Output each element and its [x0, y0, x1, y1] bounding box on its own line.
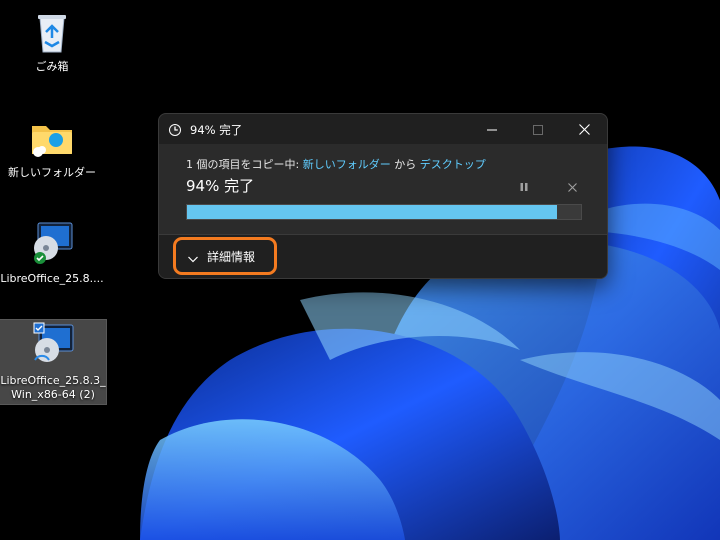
desktop-icon-label: ごみ箱	[35, 60, 69, 73]
desktop-icon-label: 新しいフォルダー	[8, 166, 96, 179]
desktop-icon-label: LibreOffice_25.8....	[0, 272, 104, 285]
installer-disc-icon	[29, 322, 77, 370]
maximize-button	[515, 114, 561, 144]
destination-link[interactable]: デスクトップ	[420, 158, 486, 171]
recycle-bin-icon	[28, 8, 76, 56]
desktop-icon-libreoffice-installer[interactable]: LibreOffice_25.8....	[0, 220, 104, 286]
more-details-label: 詳細情報	[207, 249, 256, 264]
desktop-icon-label-line1: LibreOffice_25.8.3_	[0, 374, 106, 387]
chevron-down-icon	[187, 250, 199, 263]
progress-label: 94% 完了	[186, 177, 255, 195]
progress-panel: 1 個の項目をコピー中: 新しいフォルダー から デスクトップ 94% 完了	[159, 144, 607, 234]
clock-icon	[168, 122, 182, 136]
copy-prefix: 1 個の項目をコピー中:	[186, 158, 303, 171]
more-details-button[interactable]: 詳細情報	[173, 237, 277, 275]
source-link[interactable]: 新しいフォルダー	[303, 158, 391, 171]
minimize-button[interactable]	[469, 114, 515, 144]
copy-description: 1 個の項目をコピー中: 新しいフォルダー から デスクトップ	[186, 156, 486, 172]
desktop-icon-label-line2: Win_x86-64 (2)	[11, 388, 95, 401]
window-title: 94% 完了	[190, 123, 243, 137]
cancel-copy-button[interactable]	[563, 177, 581, 195]
dialog-footer: 詳細情報	[159, 234, 607, 278]
close-button[interactable]	[561, 114, 607, 144]
installer-disc-icon	[28, 220, 76, 268]
maximize-icon	[533, 120, 543, 139]
connector-text: から	[390, 158, 420, 171]
copy-progress-dialog: 94% 完了 1 個の項目をコピー中: 新しいフォルダー から デスクトップ 9…	[158, 113, 608, 279]
pause-button[interactable]	[515, 177, 533, 195]
folder-icon	[28, 114, 76, 162]
pause-icon	[519, 177, 529, 196]
desktop-icon-new-folder[interactable]: 新しいフォルダー	[0, 114, 104, 180]
close-icon	[567, 177, 577, 196]
minimize-icon	[487, 120, 497, 139]
desktop-icon-recycle-bin[interactable]: ごみ箱	[0, 8, 104, 78]
close-icon	[578, 120, 590, 139]
desktop-icon-libreoffice-installer-2[interactable]: LibreOffice_25.8.3_ Win_x86-64 (2)	[0, 319, 107, 405]
title-bar[interactable]: 94% 完了	[159, 114, 607, 144]
progress-bar-fill	[187, 205, 558, 219]
progress-bar	[186, 204, 582, 220]
